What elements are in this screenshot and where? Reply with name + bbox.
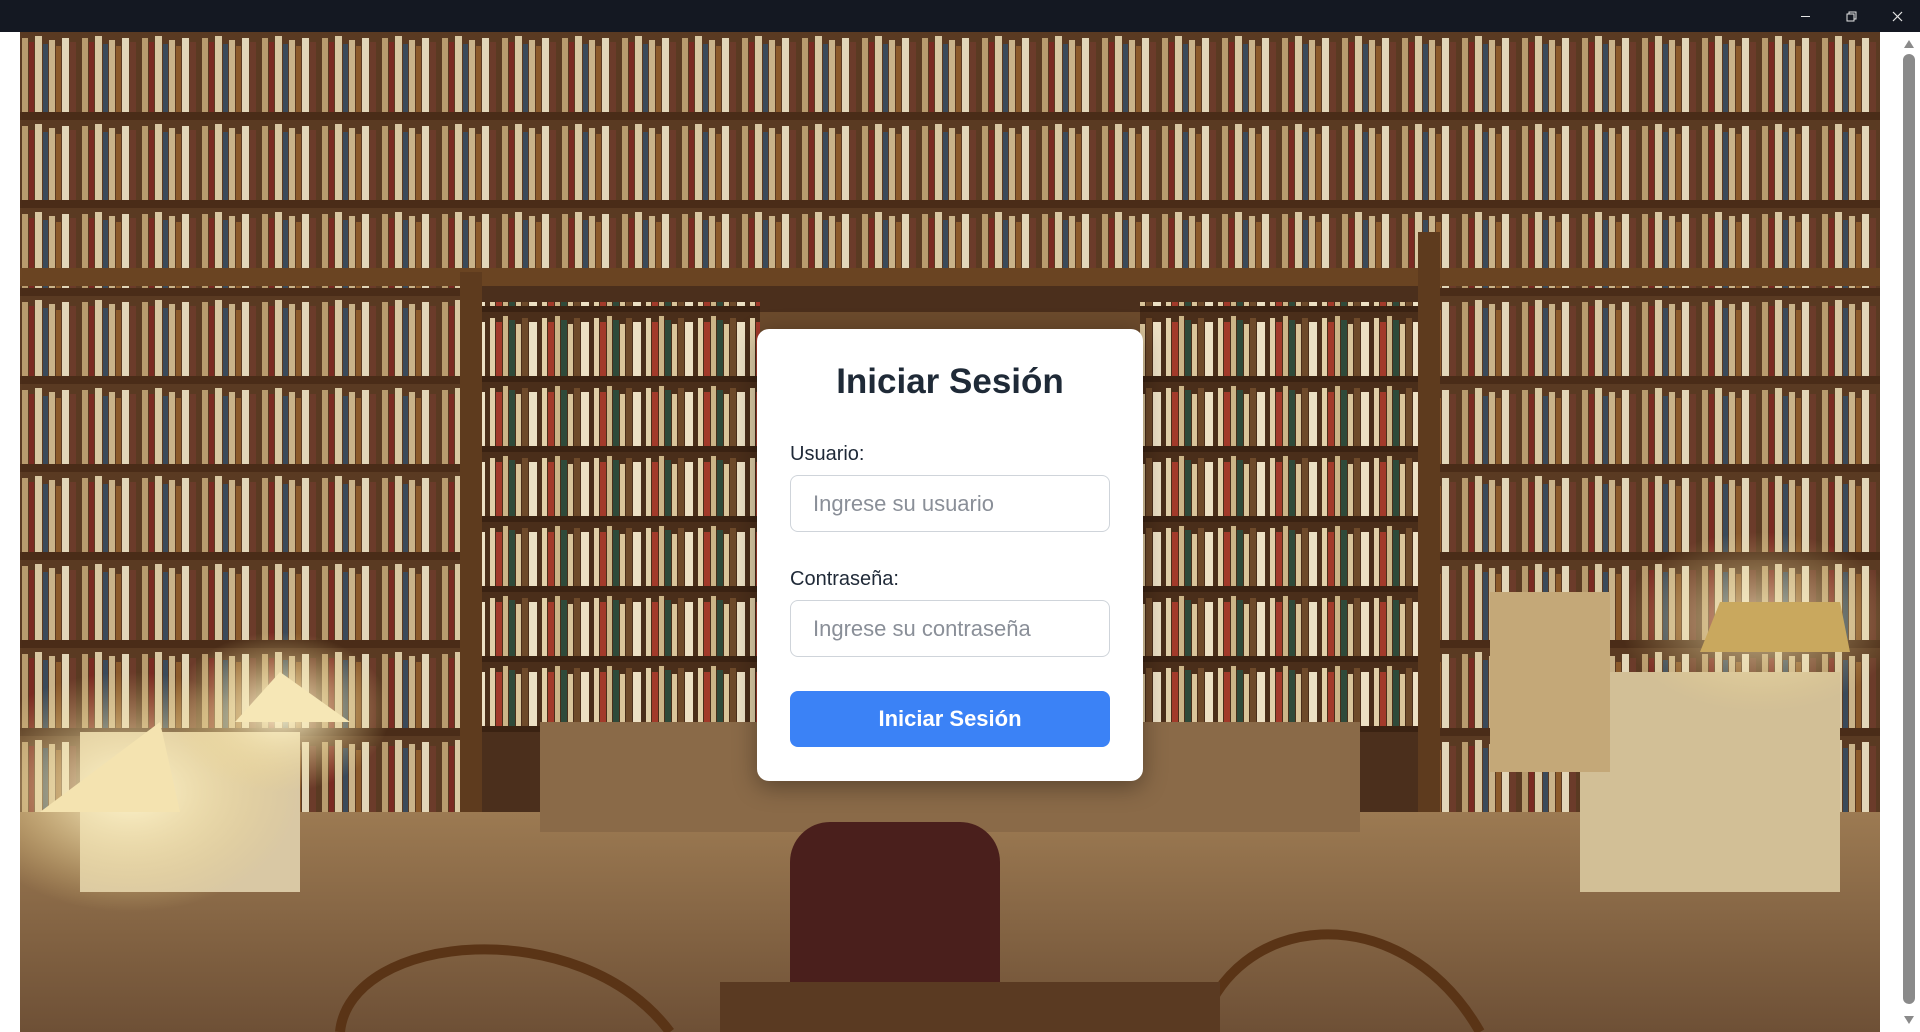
close-button[interactable] bbox=[1874, 0, 1920, 32]
minimize-icon bbox=[1800, 15, 1810, 17]
username-label: Usuario: bbox=[790, 443, 865, 465]
login-card: Iniciar Sesión Usuario: Contraseña: Inic… bbox=[757, 329, 1143, 781]
restore-icon bbox=[1846, 11, 1856, 21]
window-controls bbox=[1782, 0, 1920, 32]
page-scrollbar[interactable] bbox=[1898, 32, 1920, 1032]
password-label: Contraseña: bbox=[790, 568, 899, 590]
minimize-button[interactable] bbox=[1782, 0, 1828, 32]
restore-button[interactable] bbox=[1828, 0, 1874, 32]
scrollbar-thumb[interactable] bbox=[1903, 54, 1915, 1004]
password-input[interactable] bbox=[790, 600, 1110, 657]
scroll-down-arrow-icon[interactable] bbox=[1903, 1014, 1915, 1026]
window-titlebar bbox=[0, 0, 1920, 32]
close-icon bbox=[1892, 11, 1902, 21]
login-title: Iniciar Sesión bbox=[836, 362, 1064, 401]
username-input[interactable] bbox=[790, 475, 1110, 532]
scroll-up-arrow-icon[interactable] bbox=[1903, 38, 1915, 50]
login-submit-button[interactable]: Iniciar Sesión bbox=[790, 691, 1110, 747]
